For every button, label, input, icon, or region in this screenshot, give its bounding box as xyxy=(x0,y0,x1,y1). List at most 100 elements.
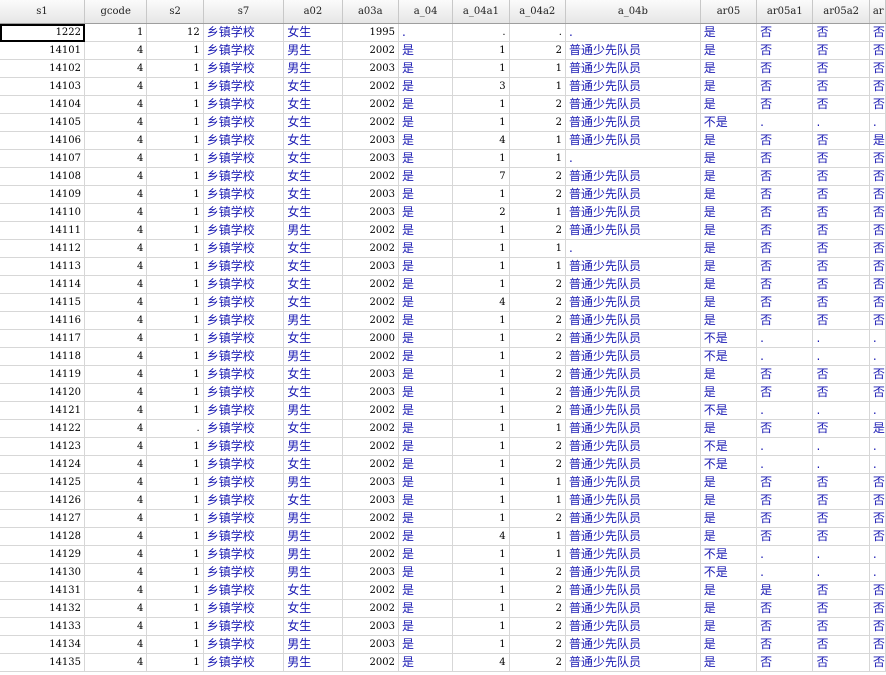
cell-s7[interactable]: 乡镇学校 xyxy=(203,617,285,636)
cell-a_04[interactable]: 是 xyxy=(398,401,454,420)
cell-s1[interactable]: 14108 xyxy=(0,167,86,186)
cell-ar05a2[interactable]: 否 xyxy=(812,599,870,618)
cell-s1[interactable]: 14105 xyxy=(0,113,86,132)
cell-a03a[interactable]: 2003 xyxy=(342,617,399,636)
cell-a_04b[interactable]: 普通少先队员 xyxy=(565,293,701,312)
cell-a_04a2[interactable]: 1 xyxy=(509,131,566,150)
cell-a_04a2[interactable]: 1 xyxy=(509,491,566,510)
cell-ar05[interactable]: 是 xyxy=(700,239,758,258)
cell-a_04a1[interactable]: 4 xyxy=(452,527,510,546)
cell-ar05a1[interactable]: . xyxy=(756,455,814,474)
cell-ar05a1[interactable]: 否 xyxy=(756,41,814,60)
cell-a_04a2[interactable]: 2 xyxy=(509,599,566,618)
cell-ar05[interactable]: 是 xyxy=(700,221,758,240)
cell-a_04b[interactable]: 普通少先队员 xyxy=(565,599,701,618)
cell-a02[interactable]: 男生 xyxy=(283,563,343,582)
cell-ar05a2[interactable]: . xyxy=(812,329,870,348)
cell-ar05a2[interactable]: . xyxy=(812,437,870,456)
cell-ar[interactable]: 否 xyxy=(869,383,886,402)
cell-ar05a1[interactable]: . xyxy=(756,545,814,564)
cell-s2[interactable]: 1 xyxy=(146,401,204,420)
cell-a02[interactable]: 男生 xyxy=(283,311,343,330)
cell-s2[interactable]: 1 xyxy=(146,365,204,384)
cell-a_04b[interactable]: 普通少先队员 xyxy=(565,329,701,348)
cell-ar05a2[interactable]: . xyxy=(812,347,870,366)
cell-gcode[interactable]: 4 xyxy=(84,311,148,330)
cell-s2[interactable]: 1 xyxy=(146,635,204,654)
cell-a02[interactable]: 女生 xyxy=(283,293,343,312)
cell-ar[interactable]: 否 xyxy=(869,149,886,168)
cell-ar05a1[interactable]: 否 xyxy=(756,23,814,42)
cell-a_04[interactable]: 是 xyxy=(398,545,454,564)
cell-a_04a2[interactable]: 2 xyxy=(509,221,566,240)
cell-ar[interactable]: 否 xyxy=(869,581,886,600)
cell-s7[interactable]: 乡镇学校 xyxy=(203,293,285,312)
cell-ar05a1[interactable]: 否 xyxy=(756,257,814,276)
cell-a_04[interactable]: 是 xyxy=(398,491,454,510)
cell-a_04[interactable]: 是 xyxy=(398,581,454,600)
cell-ar05[interactable]: 不是 xyxy=(700,347,758,366)
cell-s1[interactable]: 14103 xyxy=(0,77,86,96)
cell-a_04a1[interactable]: 1 xyxy=(452,383,510,402)
cell-s7[interactable]: 乡镇学校 xyxy=(203,275,285,294)
cell-ar[interactable]: 否 xyxy=(869,527,886,546)
cell-ar05a1[interactable]: 否 xyxy=(756,617,814,636)
cell-ar05[interactable]: 是 xyxy=(700,203,758,222)
cell-s7[interactable]: 乡镇学校 xyxy=(203,527,285,546)
column-header-s2[interactable]: s2 xyxy=(146,0,204,24)
cell-a_04b[interactable]: 普通少先队员 xyxy=(565,221,701,240)
cell-ar05[interactable]: 是 xyxy=(700,167,758,186)
cell-ar05a1[interactable]: 否 xyxy=(756,491,814,510)
cell-a_04[interactable]: 是 xyxy=(398,365,454,384)
cell-ar05a1[interactable]: . xyxy=(756,437,814,456)
cell-a_04a2[interactable]: 2 xyxy=(509,167,566,186)
cell-s1[interactable]: 14128 xyxy=(0,527,86,546)
cell-gcode[interactable]: 4 xyxy=(84,167,148,186)
cell-s1[interactable]: 14127 xyxy=(0,509,86,528)
column-header-a_04b[interactable]: a_04b xyxy=(565,0,701,24)
cell-s7[interactable]: 乡镇学校 xyxy=(203,185,285,204)
cell-gcode[interactable]: 4 xyxy=(84,437,148,456)
column-header-a_04[interactable]: a_04 xyxy=(398,0,454,24)
cell-s7[interactable]: 乡镇学校 xyxy=(203,653,285,672)
cell-gcode[interactable]: 4 xyxy=(84,203,148,222)
cell-a03a[interactable]: 2002 xyxy=(342,401,399,420)
cell-a03a[interactable]: 2003 xyxy=(342,383,399,402)
cell-a_04a1[interactable]: 2 xyxy=(452,203,510,222)
cell-a_04b[interactable]: 普通少先队员 xyxy=(565,311,701,330)
cell-ar05a2[interactable]: 否 xyxy=(812,185,870,204)
cell-gcode[interactable]: 4 xyxy=(84,491,148,510)
cell-a_04a1[interactable]: 1 xyxy=(452,329,510,348)
cell-a_04b[interactable]: 普通少先队员 xyxy=(565,275,701,294)
cell-ar[interactable]: 否 xyxy=(869,95,886,114)
cell-ar05[interactable]: 不是 xyxy=(700,545,758,564)
cell-gcode[interactable]: 4 xyxy=(84,77,148,96)
cell-a_04a1[interactable]: 1 xyxy=(452,617,510,636)
cell-a03a[interactable]: 2002 xyxy=(342,275,399,294)
cell-s1[interactable]: 14119 xyxy=(0,365,86,384)
cell-s1[interactable]: 14113 xyxy=(0,257,86,276)
cell-a_04a2[interactable]: 1 xyxy=(509,545,566,564)
cell-a_04a1[interactable]: 1 xyxy=(452,473,510,492)
cell-ar[interactable]: 否 xyxy=(869,509,886,528)
cell-s2[interactable]: 1 xyxy=(146,581,204,600)
column-header-ar05a2[interactable]: ar05a2 xyxy=(812,0,870,24)
cell-a_04[interactable]: 是 xyxy=(398,95,454,114)
cell-ar[interactable]: 否 xyxy=(869,617,886,636)
cell-s7[interactable]: 乡镇学校 xyxy=(203,167,285,186)
cell-a_04a1[interactable]: . xyxy=(452,23,510,42)
cell-a_04a2[interactable]: 2 xyxy=(509,401,566,420)
cell-gcode[interactable]: 4 xyxy=(84,347,148,366)
cell-a_04a2[interactable]: 1 xyxy=(509,149,566,168)
cell-ar05[interactable]: 是 xyxy=(700,365,758,384)
cell-s2[interactable]: 1 xyxy=(146,95,204,114)
cell-s7[interactable]: 乡镇学校 xyxy=(203,437,285,456)
cell-gcode[interactable]: 4 xyxy=(84,527,148,546)
cell-ar[interactable]: 否 xyxy=(869,293,886,312)
cell-s1[interactable]: 14118 xyxy=(0,347,86,366)
cell-ar[interactable]: . xyxy=(869,113,886,132)
cell-s2[interactable]: 1 xyxy=(146,509,204,528)
cell-a_04b[interactable]: . xyxy=(565,239,701,258)
cell-ar[interactable]: 否 xyxy=(869,239,886,258)
cell-ar05a2[interactable]: . xyxy=(812,455,870,474)
